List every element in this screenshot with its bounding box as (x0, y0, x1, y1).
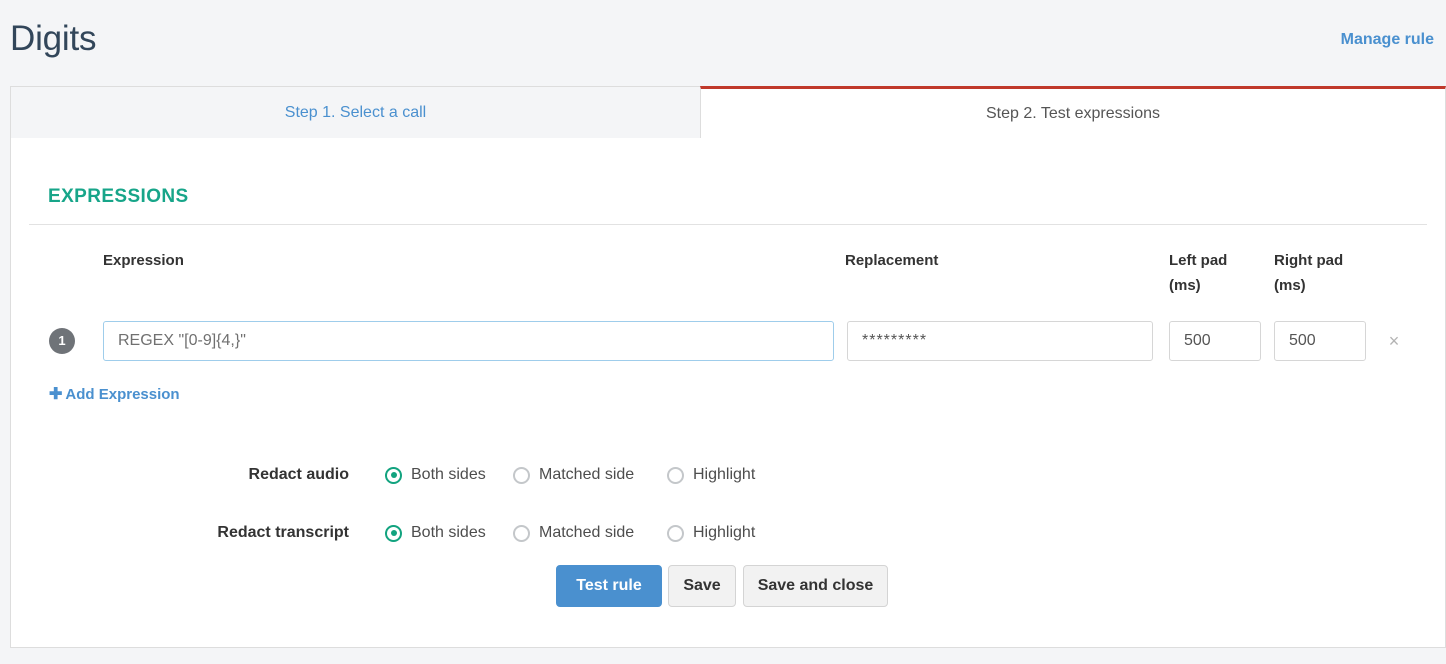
expression-input[interactable] (103, 321, 834, 361)
redact-audio-label: Redact audio (248, 466, 349, 483)
action-button-bar: Test rule Save Save and close (11, 565, 1446, 607)
redact-transcript-option-matched-side[interactable]: Matched side (513, 518, 634, 548)
column-header-right-pad-unit: (ms) (1274, 277, 1306, 294)
test-rule-button[interactable]: Test rule (556, 565, 662, 607)
radio-button-icon (667, 466, 684, 484)
tab-step-1-select-a-call[interactable]: Step 1. Select a call (10, 86, 701, 139)
page-title: Digits (10, 19, 97, 58)
column-header-right-pad-text: Right pad (1274, 252, 1344, 269)
close-icon[interactable]: × (1382, 329, 1406, 353)
column-header-left-pad: Left pad (ms) (1169, 248, 1255, 298)
column-header-right-pad: Right pad (ms) (1274, 248, 1366, 298)
redact-transcript-option-highlight-label: Highlight (693, 524, 756, 541)
redact-transcript-row: Redact transcript Both sides Matched sid… (11, 518, 1446, 548)
tab-bar: Step 1. Select a call Step 2. Test expre… (0, 86, 1446, 139)
tab-step-2-test-expressions[interactable]: Step 2. Test expressions (700, 86, 1446, 139)
redact-transcript-option-highlight[interactable]: Highlight (667, 518, 755, 548)
redact-audio-option-highlight[interactable]: Highlight (667, 460, 755, 490)
redact-audio-option-matched-side-label: Matched side (539, 466, 635, 483)
redact-audio-row: Redact audio Both sides Matched side Hig… (11, 460, 1446, 490)
save-button[interactable]: Save (668, 565, 736, 607)
left-pad-input[interactable] (1169, 321, 1261, 361)
redact-transcript-option-matched-side-label: Matched side (539, 524, 635, 541)
redact-audio-option-matched-side[interactable]: Matched side (513, 460, 634, 490)
column-header-left-pad-unit: (ms) (1169, 277, 1201, 294)
section-divider (29, 224, 1427, 225)
column-header-replacement: Replacement (845, 252, 939, 269)
redact-transcript-option-both-sides[interactable]: Both sides (385, 518, 486, 548)
right-pad-input[interactable] (1274, 321, 1366, 361)
radio-button-icon (385, 524, 402, 542)
redact-audio-option-both-sides[interactable]: Both sides (385, 460, 486, 490)
radio-button-icon (513, 524, 530, 542)
radio-button-icon (385, 466, 402, 484)
redact-audio-option-highlight-label: Highlight (693, 466, 756, 483)
plus-icon: ✚ (49, 386, 63, 403)
column-header-expression: Expression (103, 252, 184, 269)
replacement-input[interactable] (847, 321, 1153, 361)
page-header: Digits Manage rule (0, 0, 1446, 86)
manage-rule-link[interactable]: Manage rule (1341, 31, 1434, 49)
add-expression-label: Add Expression (65, 386, 180, 403)
expressions-card: EXPRESSIONS Expression Replacement Left … (10, 138, 1446, 648)
radio-button-icon (513, 466, 530, 484)
add-expression-link[interactable]: ✚ Add Expression (49, 384, 180, 404)
radio-button-icon (667, 524, 684, 542)
redact-transcript-label: Redact transcript (217, 524, 349, 541)
column-header-left-pad-text: Left pad (1169, 252, 1228, 269)
save-and-close-button[interactable]: Save and close (743, 565, 888, 607)
section-title-expressions: EXPRESSIONS (48, 186, 189, 207)
expression-index-badge: 1 (49, 328, 75, 354)
redact-transcript-option-both-sides-label: Both sides (411, 524, 486, 541)
redact-audio-option-both-sides-label: Both sides (411, 466, 486, 483)
expression-row: 1 × (11, 321, 1446, 365)
